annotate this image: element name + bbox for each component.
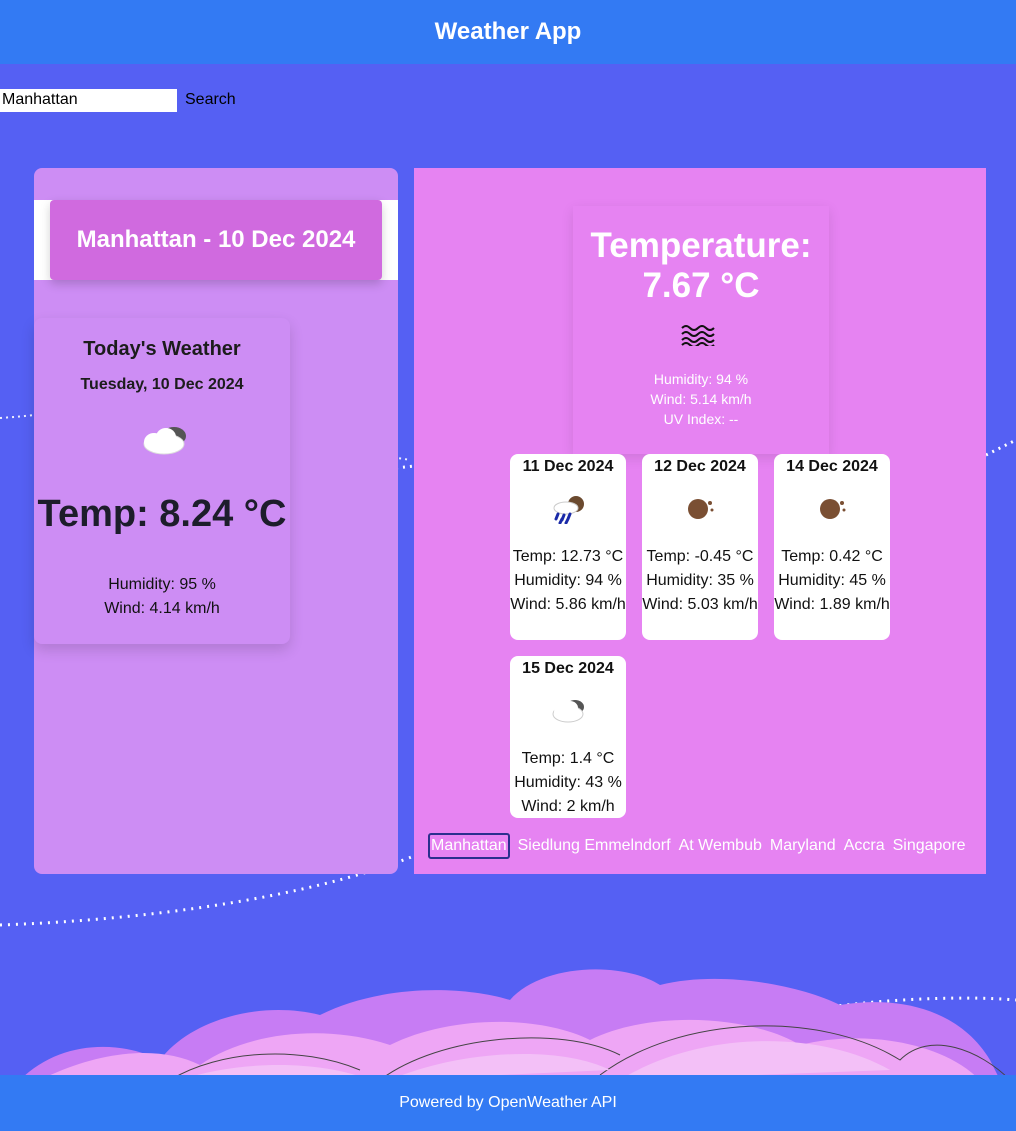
current-humidity: Humidity: 94 % [653,371,749,387]
clear-night-icon [688,499,714,519]
city-tab-accra[interactable]: Accra [844,837,885,855]
forecast-wind: Wind: 1.89 km/h [774,596,890,613]
search-bar: Search [0,88,236,112]
city-date-label: Manhattan - 10 Dec 2024 [76,226,356,253]
footer-text: Powered by OpenWeather API [399,1094,617,1111]
city-tabs: Manhattan Siedlung Emmelndorf At Wembub … [428,833,974,859]
forecast-humidity: Humidity: 45 % [778,572,886,589]
today-humidity: Humidity: 95 % [108,576,216,593]
city-tab-at-wembub[interactable]: At Wembub [679,837,762,855]
current-wind: Wind: 5.14 km/h [650,391,752,407]
forecast-humidity: Humidity: 94 % [514,572,622,589]
forecast-humidity: Humidity: 35 % [646,572,754,589]
mist-icon [681,325,715,346]
forecast-wind: Wind: 2 km/h [521,798,615,815]
forecast-date: 14 Dec 2024 [786,458,878,475]
app-header: Weather App [0,0,1016,64]
forecast-temp: Temp: 1.4 °C [521,750,615,767]
app-title: Weather App [434,18,582,45]
today-wind: Wind: 4.14 km/h [104,600,220,617]
rain-icon [553,496,584,524]
forecast-date: 15 Dec 2024 [522,660,614,677]
left-panel: Manhattan - 10 Dec 2024 Today's Weather … [34,168,398,874]
forecast-card: 15 Dec 2024 Temp: 1.4 °C Humidity: 43 % … [510,656,626,818]
forecast-temp: Temp: 0.42 °C [781,548,883,565]
today-temperature: Temp: 8.24 °C [37,493,287,535]
forecast-details: Temp: 0.42 °C Humidity: 45 % Wind: 1.89 … [774,545,890,617]
forecast-details: Temp: 1.4 °C Humidity: 43 % Wind: 2 km/h [510,747,626,819]
city-tab-singapore[interactable]: Singapore [893,837,966,855]
forecast-card: 12 Dec 2024 Temp: -0.45 °C Humidity: 35 … [642,454,758,640]
current-uv-index: UV Index: -- [663,411,739,427]
forecast-temp: Temp: 12.73 °C [512,548,624,565]
clear-night-icon [820,499,846,519]
current-weather-card: Temperature: 7.67 °C Humidity: 94 % Wind… [573,206,829,454]
search-input[interactable] [0,88,177,112]
forecast-wind: Wind: 5.03 km/h [642,596,758,613]
city-date-banner: Manhattan - 10 Dec 2024 [50,200,382,280]
forecast-card: 11 Dec 2024 Temp: 12.73 °C Humidity: 94 … [510,454,626,640]
city-tab-siedlung-emmelndorf[interactable]: Siedlung Emmelndorf [518,837,671,855]
today-title: Today's Weather [83,338,241,360]
forecast-date: 11 Dec 2024 [522,458,614,475]
forecast-date: 12 Dec 2024 [654,458,746,475]
forecast-humidity: Humidity: 43 % [514,774,622,791]
city-tab-manhattan[interactable]: Manhattan [428,833,510,859]
cloud-icon [143,427,186,455]
right-panel: Temperature: 7.67 °C Humidity: 94 % Wind… [414,168,986,874]
today-date: Tuesday, 10 Dec 2024 [80,376,244,393]
city-tab-maryland[interactable]: Maryland [770,837,836,855]
today-weather-card: Today's Weather Tuesday, 10 Dec 2024 Tem… [34,318,290,644]
forecast-details: Temp: -0.45 °C Humidity: 35 % Wind: 5.03… [642,545,758,617]
cloud-icon [552,700,584,723]
forecast-card: 14 Dec 2024 Temp: 0.42 °C Humidity: 45 %… [774,454,890,640]
search-button[interactable]: Search [185,91,236,109]
forecast-wind: Wind: 5.86 km/h [510,596,626,613]
footer: Powered by OpenWeather API [0,1075,1016,1131]
current-temperature: Temperature: 7.67 °C [590,226,812,305]
forecast-temp: Temp: -0.45 °C [646,548,754,565]
forecast-details: Temp: 12.73 °C Humidity: 94 % Wind: 5.86… [510,545,626,617]
